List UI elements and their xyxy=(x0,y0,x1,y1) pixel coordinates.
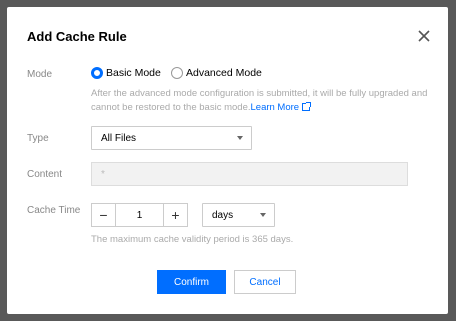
increment-button[interactable]: + xyxy=(163,204,187,226)
close-icon[interactable] xyxy=(417,29,431,43)
advanced-mode-label: Advanced Mode xyxy=(186,67,262,79)
content-input[interactable]: * xyxy=(91,162,408,186)
confirm-button[interactable]: Confirm xyxy=(157,270,226,294)
decrement-button[interactable]: − xyxy=(92,204,116,226)
type-label: Type xyxy=(27,133,49,144)
mode-hint: After the advanced mode configuration is… xyxy=(91,87,431,115)
time-unit-select[interactable]: days xyxy=(202,203,275,227)
radio-checked-icon xyxy=(91,67,103,79)
basic-mode-radio[interactable]: Basic Mode xyxy=(91,67,161,79)
cancel-button[interactable]: Cancel xyxy=(234,270,296,294)
basic-mode-label: Basic Mode xyxy=(106,67,161,79)
type-select-value: All Files xyxy=(101,132,137,144)
chevron-down-icon xyxy=(237,136,243,140)
minus-icon: − xyxy=(99,207,108,223)
mode-label: Mode xyxy=(27,69,53,80)
time-unit-value: days xyxy=(212,209,234,221)
cache-time-stepper: − 1 + xyxy=(91,203,188,227)
dialog-title: Add Cache Rule xyxy=(27,29,127,44)
learn-more-link[interactable]: Learn More xyxy=(250,102,312,113)
plus-icon: + xyxy=(171,207,180,223)
add-cache-rule-dialog: Add Cache Rule Mode Basic Mode Advanced … xyxy=(7,7,448,314)
cache-time-hint: The maximum cache validity period is 365… xyxy=(91,234,294,245)
content-value: * xyxy=(101,168,105,180)
advanced-mode-radio[interactable]: Advanced Mode xyxy=(171,67,262,79)
radio-unchecked-icon xyxy=(171,67,183,79)
cache-time-label: Cache Time xyxy=(27,205,81,216)
type-select[interactable]: All Files xyxy=(91,126,252,150)
learn-more-text: Learn More xyxy=(250,102,300,113)
external-link-icon xyxy=(302,102,312,111)
cache-time-value[interactable]: 1 xyxy=(116,204,163,226)
content-label: Content xyxy=(27,169,63,180)
chevron-down-icon xyxy=(260,213,266,217)
